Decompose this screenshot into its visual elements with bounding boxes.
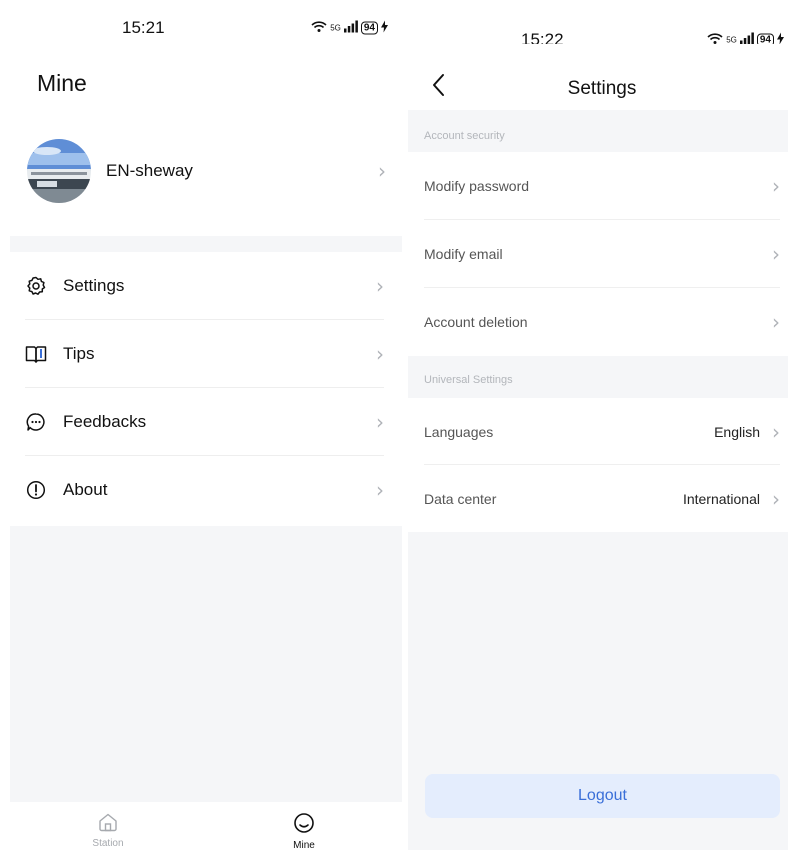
page-title: Settings	[567, 78, 637, 99]
gear-icon	[25, 275, 47, 297]
chevron-right-icon: ›	[772, 420, 780, 444]
row-label: Languages	[424, 424, 494, 440]
row-data-center[interactable]: Data center International ›	[424, 465, 780, 533]
menu-item-about[interactable]: About ›	[25, 456, 384, 524]
avatar	[27, 139, 91, 203]
chevron-right-icon: ›	[772, 487, 780, 511]
row-label: Data center	[424, 491, 497, 507]
status-time: 15:21	[122, 18, 165, 37]
tab-label: Station	[92, 838, 124, 849]
mine-header-area: 15:21 5G 94 Mine EN-sheway ›	[10, 0, 402, 236]
menu-item-settings[interactable]: Settings ›	[25, 252, 384, 320]
chevron-right-icon: ›	[378, 159, 386, 183]
chevron-right-icon: ›	[772, 174, 780, 198]
tab-mine[interactable]: Mine	[206, 802, 402, 850]
mine-screen: 15:21 5G 94 Mine EN-sheway › Settings › …	[10, 0, 402, 850]
chevron-right-icon: ›	[376, 410, 384, 434]
row-label: Account deletion	[424, 314, 528, 330]
navbar: Settings	[408, 44, 788, 110]
chevron-right-icon: ›	[772, 310, 780, 334]
menu-item-tips[interactable]: Tips ›	[25, 320, 384, 388]
row-modify-email[interactable]: Modify email ›	[424, 220, 780, 288]
menu-item-label: Settings	[63, 276, 125, 295]
universal-settings-group: Languages English › Data center Internat…	[408, 398, 788, 532]
page-title: Mine	[37, 70, 87, 96]
row-value: International	[682, 491, 760, 507]
settings-screen: 15:22 5G 94 Settings Account security Mo…	[408, 0, 788, 850]
menu-item-label: About	[63, 480, 108, 499]
tab-label: Mine	[293, 840, 315, 850]
smile-icon	[293, 812, 315, 839]
row-languages[interactable]: Languages English ›	[424, 398, 780, 466]
row-label: Modify email	[424, 246, 503, 262]
chat-bubble-icon	[25, 411, 47, 433]
row-label: Modify password	[424, 178, 530, 194]
book-icon	[25, 343, 47, 365]
menu-item-label: Tips	[63, 344, 95, 363]
account-security-group: Modify password › Modify email › Account…	[408, 152, 788, 356]
profile-name: EN-sheway	[106, 161, 193, 180]
wifi-icon	[311, 21, 327, 36]
info-exclamation-icon	[25, 479, 47, 501]
row-modify-password[interactable]: Modify password ›	[424, 152, 780, 220]
menu-list: Settings › Tips › Feedbacks › About ›	[10, 252, 402, 526]
logout-button[interactable]: Logout	[425, 774, 780, 818]
status-bar: 15:22 5G 94	[408, 0, 788, 49]
section-header-account-security: Account security	[424, 130, 505, 142]
menu-item-label: Feedbacks	[63, 412, 147, 431]
tab-station[interactable]: Station	[10, 802, 206, 850]
bottom-tab-bar: Station Mine	[10, 802, 402, 850]
chevron-right-icon: ›	[376, 342, 384, 366]
row-account-deletion[interactable]: Account deletion ›	[424, 288, 780, 356]
home-icon	[97, 812, 119, 837]
signal-icon	[343, 20, 358, 36]
chevron-right-icon: ›	[376, 274, 384, 298]
charging-icon	[381, 20, 388, 36]
profile-row[interactable]: EN-sheway ›	[27, 138, 386, 204]
menu-item-feedbacks[interactable]: Feedbacks ›	[25, 388, 384, 456]
status-bar: 15:21 5G 94	[10, 0, 402, 44]
row-value: English	[714, 424, 760, 440]
network-label: 5G	[330, 23, 341, 33]
chevron-right-icon: ›	[772, 242, 780, 266]
section-header-universal-settings: Universal Settings	[424, 374, 513, 386]
status-icons: 5G 94	[311, 20, 388, 36]
chevron-right-icon: ›	[376, 478, 384, 502]
battery-level: 94	[360, 21, 378, 35]
